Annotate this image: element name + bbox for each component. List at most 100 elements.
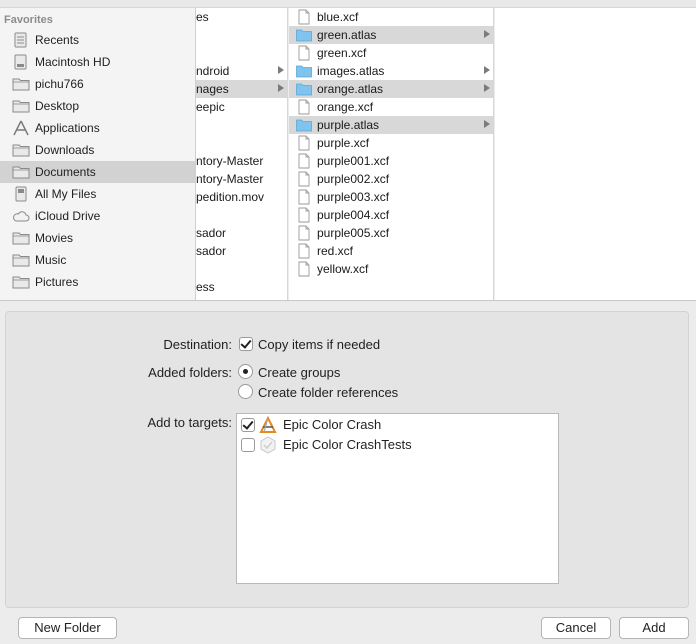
list-item-label: ntory-Master — [196, 154, 264, 168]
list-item[interactable]: yellow.xcf — [289, 260, 493, 278]
sidebar-item-label: Pictures — [35, 275, 79, 289]
folder-icon — [12, 230, 30, 246]
folder-icon — [12, 274, 30, 290]
list-item-label: images.atlas — [317, 64, 385, 78]
list-item[interactable]: nages — [196, 80, 287, 98]
file-icon — [296, 9, 312, 25]
list-item[interactable]: ess — [196, 278, 287, 296]
list-item-label: sador — [196, 244, 227, 258]
disclosure-arrow-icon — [484, 66, 490, 74]
list-item[interactable]: purple.atlas — [289, 116, 493, 134]
list-item[interactable]: orange.atlas — [289, 80, 493, 98]
file-icon — [296, 99, 312, 115]
sidebar-item-movies[interactable]: Movies — [0, 227, 195, 249]
list-item[interactable]: green.atlas — [289, 26, 493, 44]
app-target-icon — [259, 415, 277, 434]
sidebar-item-label: iCloud Drive — [35, 209, 101, 223]
folder-icon — [12, 98, 30, 114]
list-item[interactable]: purple.xcf — [289, 134, 493, 152]
sidebar-item-all-my-files[interactable]: All My Files — [0, 183, 195, 205]
browser-column-3[interactable] — [495, 8, 696, 300]
sidebar-item-documents[interactable]: Documents — [0, 161, 195, 183]
cancel-button[interactable]: Cancel — [541, 617, 611, 639]
list-item[interactable]: orange.xcf — [289, 98, 493, 116]
sidebar-item-recents[interactable]: Recents — [0, 29, 195, 51]
copy-items-label[interactable]: Copy items if needed — [258, 337, 380, 352]
list-item[interactable]: purple004.xcf — [289, 206, 493, 224]
disclosure-arrow-icon — [484, 120, 490, 128]
list-item[interactable]: green.xcf — [289, 44, 493, 62]
file-icon — [296, 171, 312, 187]
list-item-label: purple.xcf — [317, 136, 370, 150]
list-item[interactable]: sador — [196, 242, 287, 260]
sidebar-item-desktop[interactable]: Desktop — [0, 95, 195, 117]
divider — [0, 300, 696, 301]
list-item[interactable]: red.xcf — [289, 242, 493, 260]
list-item[interactable]: pedition.mov — [196, 188, 287, 206]
list-item-label: orange.atlas — [317, 82, 384, 96]
target-row[interactable]: Epic Color CrashTests — [237, 435, 558, 455]
hard-drive-icon — [12, 54, 30, 70]
sidebar-item-label: Desktop — [35, 99, 80, 113]
sidebar-item-label: Applications — [35, 121, 100, 135]
new-folder-button[interactable]: New Folder — [18, 617, 117, 639]
target-label: Epic Color Crash — [283, 417, 382, 432]
options-panel: Destination: Copy items if needed Added … — [5, 311, 689, 608]
window-top-edge — [0, 0, 696, 8]
blue-folder-icon — [296, 27, 312, 43]
sidebar-item-applications[interactable]: Applications — [0, 117, 195, 139]
list-item[interactable]: eepic — [196, 98, 287, 116]
create-groups-radio[interactable] — [238, 364, 253, 379]
target-checkbox[interactable] — [241, 438, 255, 452]
list-item[interactable]: purple003.xcf — [289, 188, 493, 206]
sidebar-item-icloud-drive[interactable]: iCloud Drive — [0, 205, 195, 227]
sidebar-item-pichu766[interactable]: pichu766 — [0, 73, 195, 95]
list-item[interactable]: sador — [196, 224, 287, 242]
sidebar-item-macintosh-hd[interactable]: Macintosh HD — [0, 51, 195, 73]
list-item[interactable]: ndroid — [196, 62, 287, 80]
create-folder-references-radio[interactable] — [238, 384, 253, 399]
list-item[interactable]: blue.xcf — [289, 8, 493, 26]
file-icon — [296, 207, 312, 223]
list-item[interactable]: ntory-Master — [196, 152, 287, 170]
list-item-label: nages — [196, 82, 229, 96]
disclosure-arrow-icon — [484, 30, 490, 38]
browser-column-2[interactable]: blue.xcf green.atlas green.xcf images.atlas… — [289, 8, 494, 300]
file-icon — [296, 153, 312, 169]
list-item[interactable]: purple005.xcf — [289, 224, 493, 242]
list-item-label: green.xcf — [317, 46, 367, 60]
folder-icon — [12, 252, 30, 268]
list-item-label: purple005.xcf — [317, 226, 390, 240]
create-groups-label[interactable]: Create groups — [258, 365, 340, 380]
list-item-label: ntory-Master — [196, 172, 264, 186]
browser-column-1[interactable]: es ndroid nages eepic ntory-Master ntory-Mast… — [196, 8, 288, 300]
list-item[interactable]: ntory-Master — [196, 170, 287, 188]
copy-items-checkbox[interactable] — [239, 337, 253, 351]
create-folder-references-label[interactable]: Create folder references — [258, 385, 398, 400]
list-item[interactable]: purple002.xcf — [289, 170, 493, 188]
list-item-label: ndroid — [196, 64, 230, 78]
disclosure-arrow-icon — [484, 84, 490, 92]
folder-icon — [12, 142, 30, 158]
sidebar-item-pictures[interactable]: Pictures — [0, 271, 195, 293]
list-item-label: red.xcf — [317, 244, 354, 258]
list-item[interactable]: es — [196, 8, 287, 26]
list-item[interactable]: purple001.xcf — [289, 152, 493, 170]
sidebar-item-downloads[interactable]: Downloads — [0, 139, 195, 161]
folder-icon — [12, 76, 30, 92]
list-item[interactable]: images.atlas — [289, 62, 493, 80]
file-icon — [296, 225, 312, 241]
sidebar-item-music[interactable]: Music — [0, 249, 195, 271]
list-item-label: purple.atlas — [317, 118, 380, 132]
file-icon — [296, 261, 312, 277]
list-item-label: ess — [196, 280, 215, 294]
list-item-label: es — [196, 10, 209, 24]
target-row[interactable]: Epic Color Crash — [237, 415, 558, 435]
file-icon — [296, 189, 312, 205]
add-button[interactable]: Add — [619, 617, 689, 639]
added-folders-label: Added folders: — [148, 365, 232, 380]
target-checkbox[interactable] — [241, 418, 255, 432]
all-files-icon — [12, 186, 30, 202]
targets-list[interactable]: Epic Color Crash Epic Color CrashTests — [236, 413, 559, 584]
sidebar: Favorites Recents Macintosh HD pichu766 Des… — [0, 8, 196, 300]
